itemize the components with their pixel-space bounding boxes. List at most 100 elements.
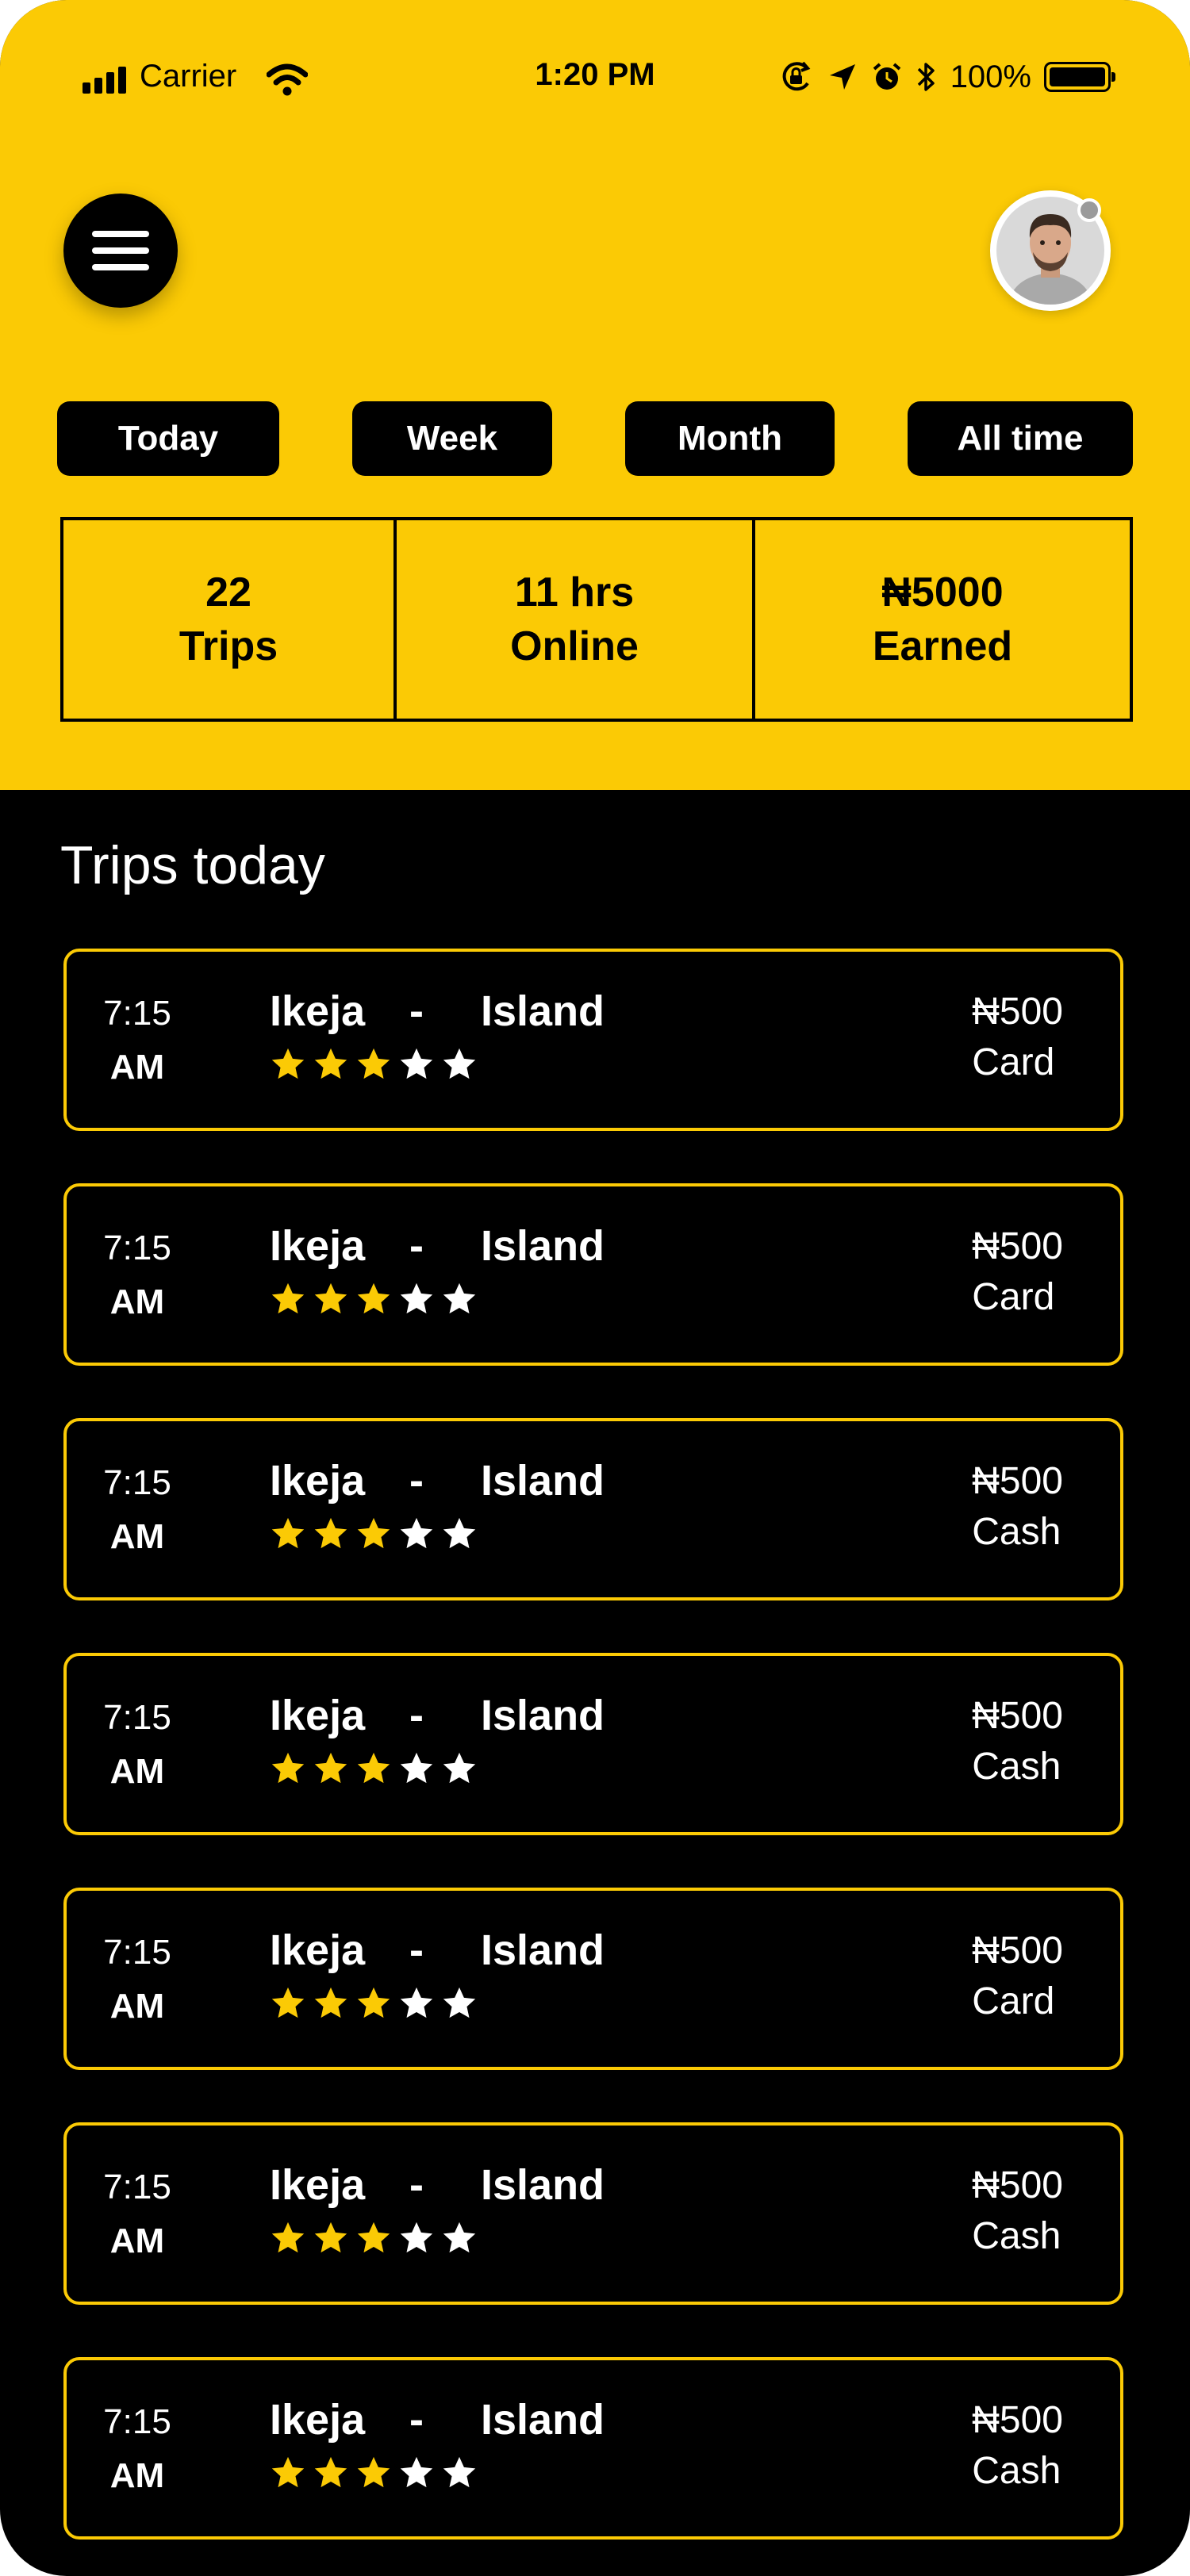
trip-route-separator: -: [409, 1222, 424, 1270]
trip-time-period: AM: [109, 1282, 165, 1321]
trip-payment-method: Card: [972, 1980, 1055, 2022]
star-icon: [314, 1752, 347, 1784]
dashboard-header: Carrier 1:20 PM 100% Today Week Month Al…: [0, 0, 1190, 790]
trip-card[interactable]: 7:15 AM Ikeja - Island ₦500 Cash: [63, 1418, 1123, 1600]
status-bar: Carrier 1:20 PM 100%: [0, 0, 1190, 159]
trip-payment-method: Card: [972, 1041, 1055, 1083]
trip-route: Ikeja - Island: [270, 1691, 605, 1740]
trip-time-period: AM: [109, 1987, 165, 2026]
trip-rating: [270, 1984, 478, 2021]
star-icon: [271, 2221, 305, 2253]
star-icon: [314, 1987, 347, 2018]
trip-time-value: 7:15: [103, 2402, 171, 2441]
tab-all-time[interactable]: All time: [908, 401, 1133, 476]
battery-percentage: 100%: [950, 59, 1031, 94]
menu-button[interactable]: [63, 194, 178, 308]
trip-payment: ₦500 Cash: [972, 1691, 1063, 1792]
star-icon: [271, 1987, 305, 2018]
trip-time: 7:15 AM: [94, 1221, 181, 1329]
trip-payment: ₦500 Card: [972, 987, 1063, 1088]
trip-payment: ₦500 Cash: [972, 1456, 1063, 1558]
star-icon: [314, 2221, 347, 2253]
trip-time-value: 7:15: [103, 1698, 171, 1737]
trip-route-separator: -: [409, 2396, 424, 2444]
trip-payment-method: Cash: [972, 2450, 1061, 2492]
trip-payment-method: Cash: [972, 1511, 1061, 1553]
trip-route: Ikeja - Island: [270, 987, 605, 1036]
trip-route-separator: -: [409, 1692, 424, 1739]
star-icon: [443, 1282, 476, 1314]
trip-destination: Island: [481, 2396, 605, 2444]
trip-destination: Island: [481, 1222, 605, 1270]
trip-payment: ₦500 Cash: [972, 2160, 1063, 2262]
trip-amount: ₦500: [972, 1695, 1063, 1737]
trip-amount: ₦500: [972, 1460, 1063, 1502]
trip-time: 7:15 AM: [94, 987, 181, 1094]
trip-time-period: AM: [109, 1752, 165, 1791]
trip-rating: [270, 2454, 478, 2490]
trip-payment-method: Card: [972, 1276, 1055, 1318]
trip-amount: ₦500: [972, 1225, 1063, 1267]
trip-time-value: 7:15: [103, 1229, 171, 1267]
star-icon: [443, 1048, 476, 1079]
trip-card[interactable]: 7:15 AM Ikeja - Island ₦500 Cash: [63, 2122, 1123, 2305]
trip-card[interactable]: 7:15 AM Ikeja - Island ₦500 Card: [63, 1183, 1123, 1366]
trip-origin: Ikeja: [270, 1926, 366, 1974]
star-icon: [357, 1282, 390, 1314]
section-title: Trips today: [60, 835, 325, 895]
trip-card[interactable]: 7:15 AM Ikeja - Island ₦500 Card: [63, 949, 1123, 1131]
stat-value: 11 hrs: [514, 569, 635, 615]
trip-route-separator: -: [409, 2161, 424, 2209]
star-icon: [271, 2456, 305, 2488]
trip-payment: ₦500 Cash: [972, 2395, 1063, 2497]
trip-time-value: 7:15: [103, 1933, 171, 1972]
trip-destination: Island: [481, 1457, 605, 1505]
star-icon: [400, 2456, 433, 2488]
bluetooth-icon: [917, 63, 935, 91]
trip-origin: Ikeja: [270, 2161, 366, 2209]
star-icon: [357, 1987, 390, 2018]
star-icon: [357, 1517, 390, 1549]
star-icon: [271, 1517, 305, 1549]
star-icon: [357, 1752, 390, 1784]
trip-card[interactable]: 7:15 AM Ikeja - Island ₦500 Card: [63, 1888, 1123, 2070]
star-icon: [443, 2456, 476, 2488]
orientation-lock-icon: [782, 61, 811, 91]
trip-time: 7:15 AM: [94, 2395, 181, 2503]
star-icon: [400, 2221, 433, 2253]
stat-value: ₦5000: [881, 569, 1004, 615]
trip-route-separator: -: [409, 987, 424, 1035]
trip-route: Ikeja - Island: [270, 2395, 605, 2444]
tab-today[interactable]: Today: [57, 401, 279, 476]
trip-amount: ₦500: [972, 2399, 1063, 2441]
trip-card[interactable]: 7:15 AM Ikeja - Island ₦500 Cash: [63, 2357, 1123, 2540]
star-icon: [314, 1048, 347, 1079]
stat-label: Trips: [178, 623, 278, 669]
star-icon: [400, 1282, 433, 1314]
trip-time-value: 7:15: [103, 1463, 171, 1502]
trip-payment: ₦500 Card: [972, 1926, 1063, 2027]
tab-week[interactable]: Week: [352, 401, 552, 476]
trip-origin: Ikeja: [270, 1222, 366, 1270]
trip-rating: [270, 1515, 478, 1551]
star-icon: [314, 2456, 347, 2488]
trip-amount: ₦500: [972, 991, 1063, 1033]
trip-origin: Ikeja: [270, 1692, 366, 1739]
trip-amount: ₦500: [972, 1930, 1063, 1972]
trip-payment-method: Cash: [972, 2215, 1061, 2257]
trip-time-value: 7:15: [103, 2168, 171, 2206]
trip-time-period: AM: [109, 1048, 165, 1087]
tab-month[interactable]: Month: [625, 401, 835, 476]
phone-screen: Carrier 1:20 PM 100% Today Week Month Al…: [0, 0, 1190, 2576]
trip-time-period: AM: [109, 2221, 165, 2260]
status-dot: [1077, 198, 1101, 222]
stat-value: 22: [205, 569, 251, 615]
star-icon: [443, 1987, 476, 2018]
trip-time: 7:15 AM: [94, 2160, 181, 2268]
status-indicators: 100%: [779, 57, 1115, 97]
star-icon: [400, 1048, 433, 1079]
trip-destination: Island: [481, 2161, 605, 2209]
trip-card[interactable]: 7:15 AM Ikeja - Island ₦500 Cash: [63, 1653, 1123, 1835]
stat-online: 11 hrs Online: [393, 520, 752, 719]
trip-route: Ikeja - Island: [270, 1221, 605, 1271]
